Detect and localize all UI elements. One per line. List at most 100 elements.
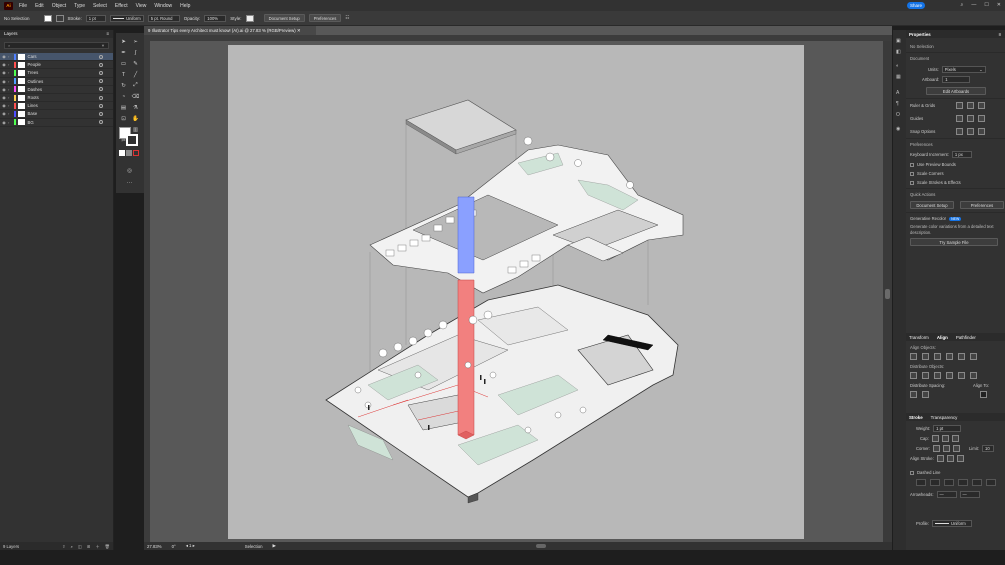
projecting-cap-icon[interactable] — [951, 435, 959, 442]
menu-window[interactable]: Window — [154, 3, 172, 9]
pixel-grid-toggle-icon[interactable] — [978, 102, 985, 109]
align-right-icon[interactable] — [934, 353, 941, 360]
rectangle-tool-icon[interactable]: ▭ — [119, 59, 128, 68]
dash-field-2[interactable] — [944, 479, 954, 486]
align-bottom-icon[interactable] — [970, 353, 977, 360]
stroke-swatch[interactable] — [55, 14, 64, 22]
miter-join-icon[interactable] — [932, 445, 940, 452]
layer-row[interactable]: ◉ › Dashes — [0, 86, 113, 94]
pen-tool-icon[interactable]: ✒ — [119, 48, 128, 57]
vertical-scrollbar[interactable] — [883, 41, 892, 542]
layer-target-icon[interactable] — [99, 87, 103, 92]
visibility-eye-icon[interactable]: ◉ — [0, 54, 8, 59]
artboard-tool-icon[interactable]: ⊡ — [119, 114, 128, 123]
rotate-tool-icon[interactable]: ↻ — [119, 81, 128, 90]
limit-field[interactable]: 10 — [981, 445, 994, 452]
libraries-icon[interactable]: ▣ — [896, 38, 903, 45]
layer-name[interactable]: Cars — [28, 54, 37, 59]
hand-tool-icon[interactable]: ✋ — [131, 114, 140, 123]
pathfinder-tab[interactable]: Pathfinder — [956, 335, 976, 340]
artboard-nav[interactable]: ◂ 1 ▸ — [186, 543, 195, 549]
menu-view[interactable]: View — [136, 3, 147, 9]
vertical-ruler[interactable] — [144, 41, 150, 543]
visibility-eye-icon[interactable]: ◉ — [0, 87, 8, 92]
color-icon[interactable]: ◐ — [896, 63, 903, 70]
quick-document-setup-button[interactable]: Document Setup — [910, 201, 954, 209]
layer-row[interactable]: ◉ › BG — [0, 119, 113, 127]
show-guides-icon[interactable] — [956, 115, 963, 122]
line-tool-icon[interactable]: ╱ — [131, 70, 140, 79]
snap-to-pixel-icon[interactable] — [978, 128, 985, 135]
distribute-vspace-icon[interactable] — [910, 391, 917, 398]
profile-select[interactable]: Uniform — [932, 520, 973, 527]
arrowhead-end-select[interactable]: — — [959, 491, 980, 498]
visibility-eye-icon[interactable]: ◉ — [0, 95, 8, 100]
panel-menu-icon[interactable]: ≡ — [106, 31, 109, 37]
distribute-hspace-icon[interactable] — [922, 391, 929, 398]
gradient-tool-icon[interactable]: ▤ — [119, 103, 128, 112]
horizontal-ruler[interactable] — [144, 35, 892, 41]
transparency-tab[interactable]: Transparency — [931, 415, 958, 420]
delete-layer-icon[interactable]: 🗑 — [105, 544, 110, 549]
try-sample-file-button[interactable]: Try Sample File — [910, 238, 998, 246]
layer-name[interactable]: Dashes — [28, 87, 43, 92]
menu-select[interactable]: Select — [93, 3, 107, 9]
butt-cap-icon[interactable] — [931, 435, 939, 442]
visibility-eye-icon[interactable]: ◉ — [0, 120, 8, 125]
share-button[interactable]: Share — [907, 2, 925, 9]
dash-field-3[interactable] — [972, 479, 982, 486]
layer-target-icon[interactable] — [99, 54, 103, 59]
current-tool[interactable]: Selection — [245, 544, 263, 549]
stroke-profile-select[interactable]: Uniform — [109, 14, 144, 22]
document-tab[interactable]: 9 Illustrator Tips every Architect must … — [144, 26, 316, 35]
layer-target-icon[interactable] — [99, 95, 103, 100]
layer-target-icon[interactable] — [99, 79, 103, 84]
weight-field[interactable]: 1 pt — [933, 425, 962, 432]
visibility-eye-icon[interactable]: ◉ — [0, 103, 8, 108]
align-stroke-outside-icon[interactable] — [956, 455, 964, 462]
color-mode-icon[interactable] — [119, 150, 125, 156]
layer-name[interactable]: BG — [28, 120, 34, 125]
maximize-icon[interactable]: ☐ — [984, 2, 988, 8]
distribute-hcenter-icon[interactable] — [958, 372, 965, 379]
round-cap-icon[interactable] — [941, 435, 949, 442]
properties-icon[interactable]: ◧ — [896, 49, 903, 56]
scale-corners-checkbox[interactable] — [910, 171, 914, 176]
appearance-icon[interactable]: ◉ — [896, 126, 903, 133]
arrange-icon[interactable]: ☷ — [345, 15, 349, 21]
layers-search-field[interactable]: ⌕ ▼ — [4, 42, 109, 49]
document-setup-button[interactable]: Document Setup — [263, 14, 305, 22]
edit-artboards-button[interactable]: Edit Artboards — [926, 87, 986, 95]
menu-effect[interactable]: Effect — [115, 3, 128, 9]
fill-swatch[interactable] — [43, 14, 52, 22]
horizontal-scroll-thumb[interactable] — [535, 544, 546, 548]
rotation-value[interactable]: 0° — [172, 544, 176, 549]
scale-strokes-checkbox[interactable] — [910, 180, 914, 185]
locate-object-icon[interactable]: ⌕ — [71, 544, 73, 549]
layer-name[interactable]: Base — [28, 111, 38, 116]
curvature-tool-icon[interactable]: ∫ — [131, 48, 140, 57]
type-tool-icon[interactable]: T — [119, 70, 128, 79]
status-menu-arrow-icon[interactable]: ▶ — [272, 543, 275, 549]
swatches-icon[interactable]: ▦ — [896, 74, 903, 81]
preferences-button[interactable]: Preferences — [308, 14, 342, 22]
distribute-bottom-icon[interactable] — [934, 372, 941, 379]
transform-tab[interactable]: Transform — [909, 335, 929, 340]
layer-row[interactable]: ◉ › People — [0, 61, 113, 70]
layer-name[interactable]: Trees — [28, 70, 39, 75]
use-preview-bounds-checkbox[interactable] — [910, 162, 914, 167]
arrowhead-start-select[interactable]: — — [936, 491, 957, 498]
layer-row[interactable]: ◉ › Lines — [0, 102, 113, 111]
align-stroke-inside-icon[interactable] — [946, 455, 954, 462]
dash-field-1[interactable] — [916, 479, 926, 486]
export-icon[interactable]: ⇪ — [62, 544, 66, 549]
character-icon[interactable]: A — [896, 90, 903, 97]
layer-row[interactable]: ◉ › Base — [0, 110, 113, 119]
opacity-field[interactable]: 100% — [204, 14, 227, 22]
layer-name[interactable]: Lines — [28, 103, 38, 108]
direct-selection-tool-icon[interactable]: ➢ — [131, 37, 140, 46]
gradient-mode-icon[interactable] — [126, 150, 132, 156]
new-layer-icon[interactable]: ＋ — [95, 544, 99, 549]
gap-field-3[interactable] — [986, 479, 996, 486]
paintbrush-tool-icon[interactable]: ✎ — [131, 59, 140, 68]
